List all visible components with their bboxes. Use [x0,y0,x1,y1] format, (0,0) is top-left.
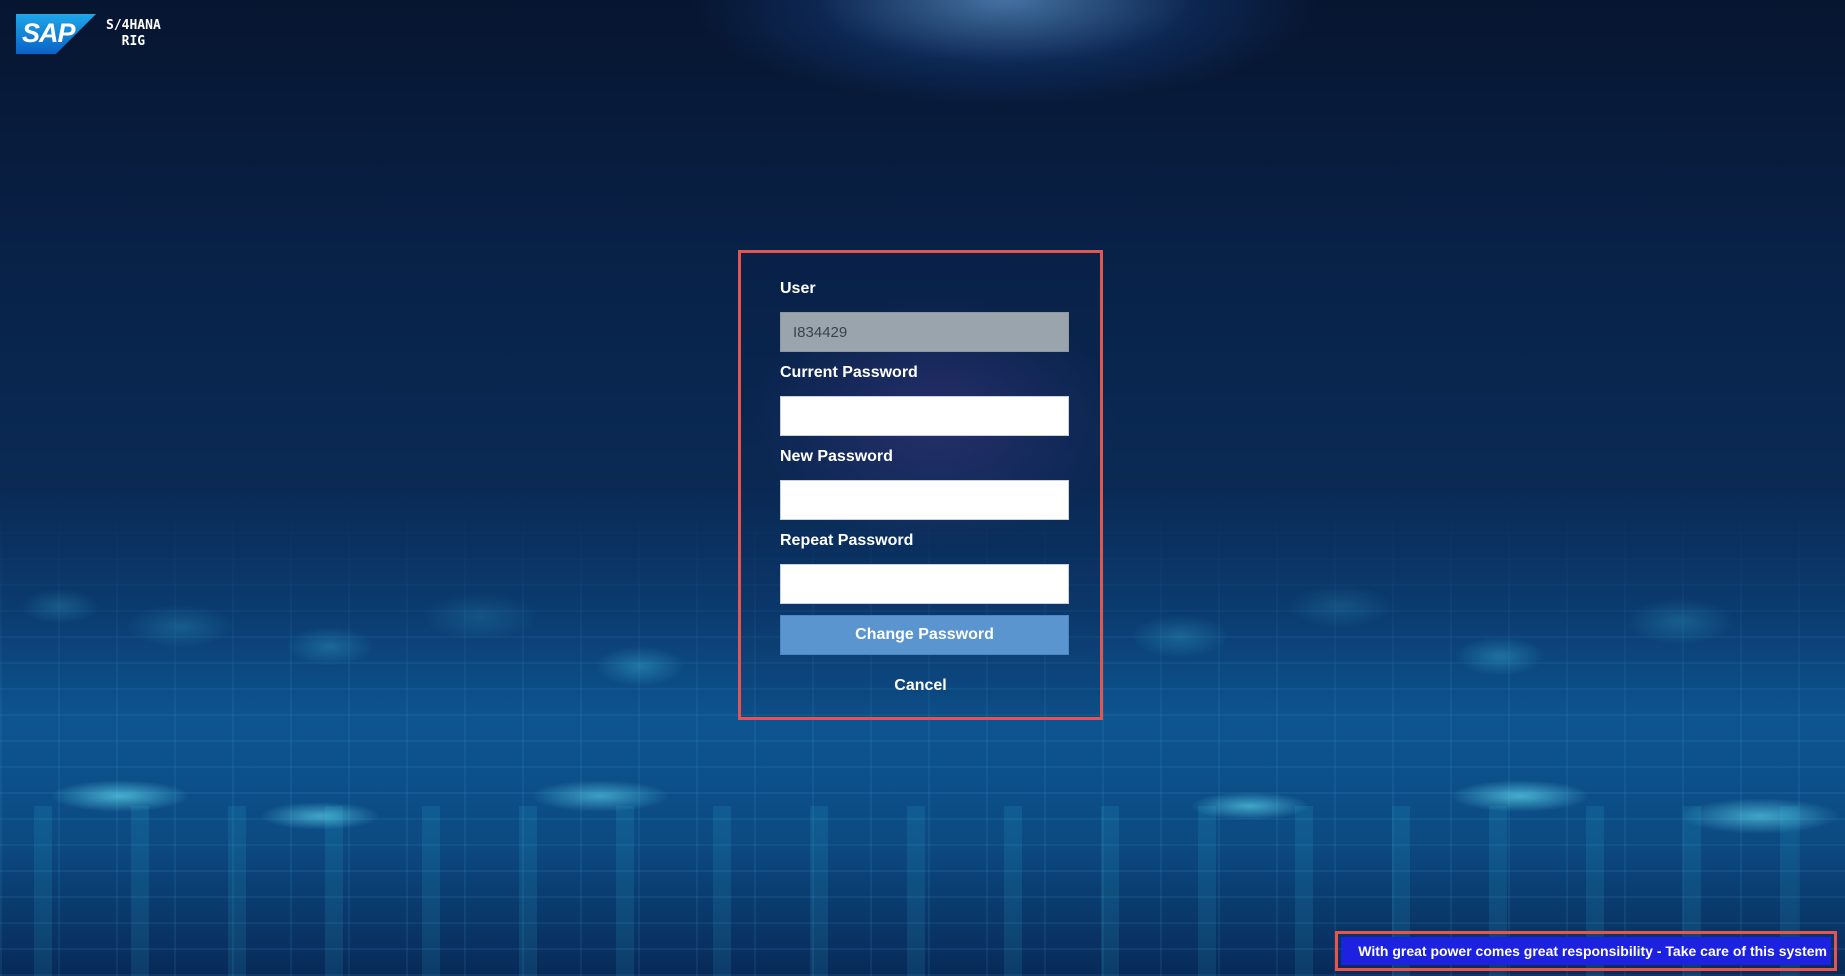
current-password-field[interactable] [780,396,1069,436]
repeat-password-field[interactable] [780,564,1069,604]
sap-logo: SAP S/4HANA RIG [16,14,161,54]
product-name-line1: S/4HANA [106,18,161,33]
system-banner: With great power comes great responsibil… [1335,931,1837,971]
user-label: User [780,280,816,297]
cancel-link[interactable]: Cancel [741,677,1100,695]
new-password-label: New Password [780,448,893,465]
product-name-line2: RIG [121,34,146,49]
login-background: SAP S/4HANA RIG User Current Password Ne… [0,0,1845,976]
new-password-field[interactable] [780,480,1069,520]
sap-logo-mark: SAP [16,14,96,54]
change-password-form: User Current Password New Password Repea… [738,250,1103,720]
change-password-button[interactable]: Change Password [780,615,1069,655]
sap-logo-text: SAP [22,18,76,48]
current-password-label: Current Password [780,364,918,381]
repeat-password-label: Repeat Password [780,532,914,549]
system-banner-text: With great power comes great responsibil… [1341,937,1831,965]
product-name: S/4HANA RIG [106,18,161,50]
user-field[interactable] [780,312,1069,352]
